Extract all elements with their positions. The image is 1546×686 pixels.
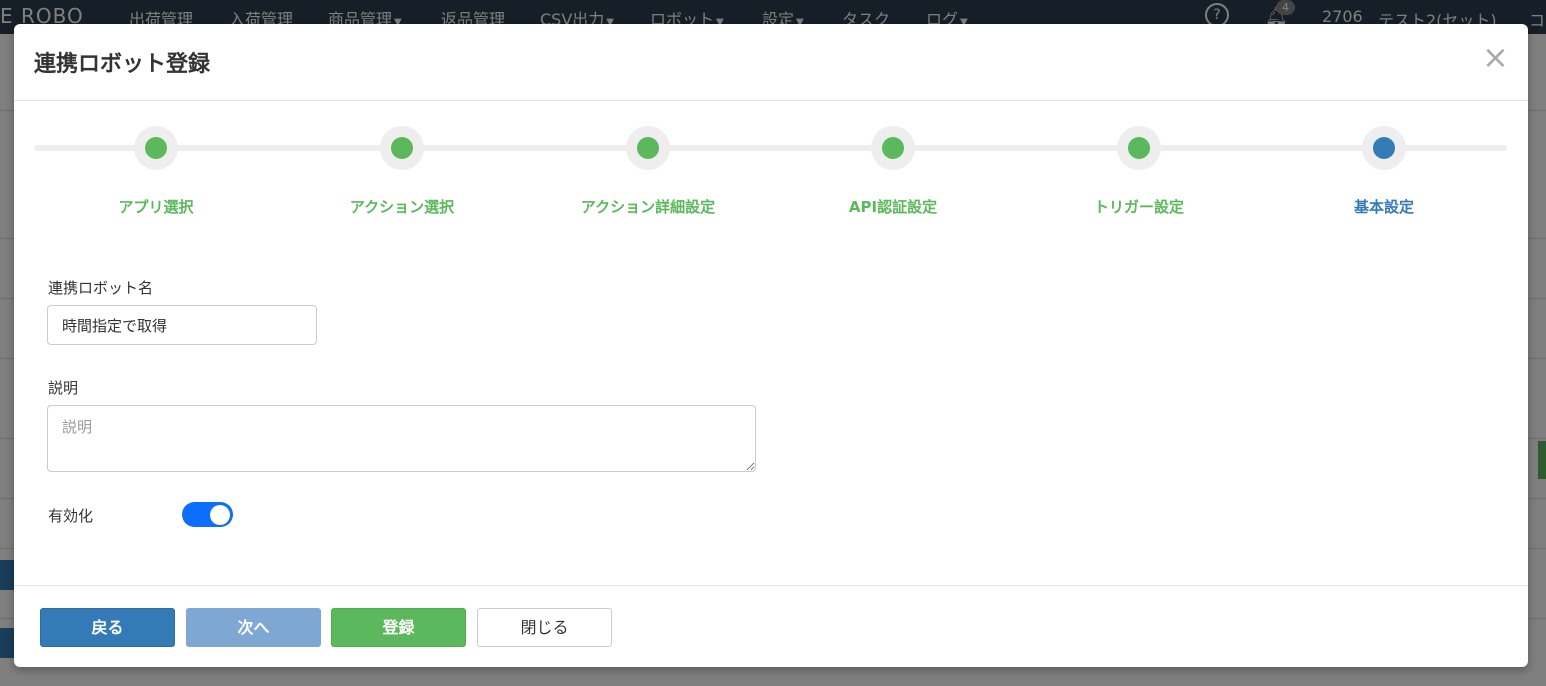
enabled-toggle[interactable] bbox=[182, 502, 233, 527]
step-action-select: アクション選択 bbox=[312, 126, 492, 217]
step-label: アプリ選択 bbox=[118, 198, 194, 216]
step-done-dot bbox=[145, 137, 167, 159]
toggle-knob bbox=[210, 504, 230, 525]
step-trigger: トリガー設定 bbox=[1049, 126, 1229, 217]
step-done-dot bbox=[637, 137, 659, 159]
modal-header: 連携ロボット登録 × bbox=[14, 24, 1528, 101]
step-label: 基本設定 bbox=[1353, 198, 1414, 216]
robot-name-input[interactable] bbox=[47, 305, 317, 345]
step-basic-settings: 基本設定 bbox=[1294, 126, 1474, 217]
register-robot-modal: 連携ロボット登録 × アプリ選択 アクション選択 アクション詳細設定 API認証… bbox=[14, 24, 1528, 667]
modal-title: 連携ロボット登録 bbox=[34, 52, 211, 77]
step-label: アクション詳細設定 bbox=[580, 198, 716, 216]
next-button[interactable]: 次へ bbox=[186, 608, 321, 647]
step-label: アクション選択 bbox=[349, 198, 455, 216]
close-button[interactable]: 閉じる bbox=[477, 608, 612, 647]
register-button[interactable]: 登録 bbox=[331, 608, 466, 647]
step-current-dot bbox=[1373, 137, 1395, 159]
enabled-label: 有効化 bbox=[48, 507, 94, 525]
step-done-dot bbox=[882, 137, 904, 159]
close-icon[interactable]: × bbox=[1482, 41, 1509, 73]
description-label: 説明 bbox=[48, 379, 79, 397]
modal-footer: 戻る 次へ 登録 閉じる bbox=[14, 585, 1528, 667]
step-done-dot bbox=[1128, 137, 1150, 159]
stepper-track bbox=[34, 145, 1507, 151]
step-action-detail: アクション詳細設定 bbox=[558, 126, 738, 217]
robot-name-label: 連携ロボット名 bbox=[48, 279, 154, 297]
back-button[interactable]: 戻る bbox=[40, 608, 175, 647]
step-label: トリガー設定 bbox=[1093, 198, 1184, 216]
description-textarea[interactable] bbox=[47, 405, 756, 472]
step-done-dot bbox=[391, 137, 413, 159]
step-api-auth: API認証設定 bbox=[803, 126, 983, 217]
step-app-select: アプリ選択 bbox=[66, 126, 246, 217]
step-label: API認証設定 bbox=[848, 198, 938, 216]
